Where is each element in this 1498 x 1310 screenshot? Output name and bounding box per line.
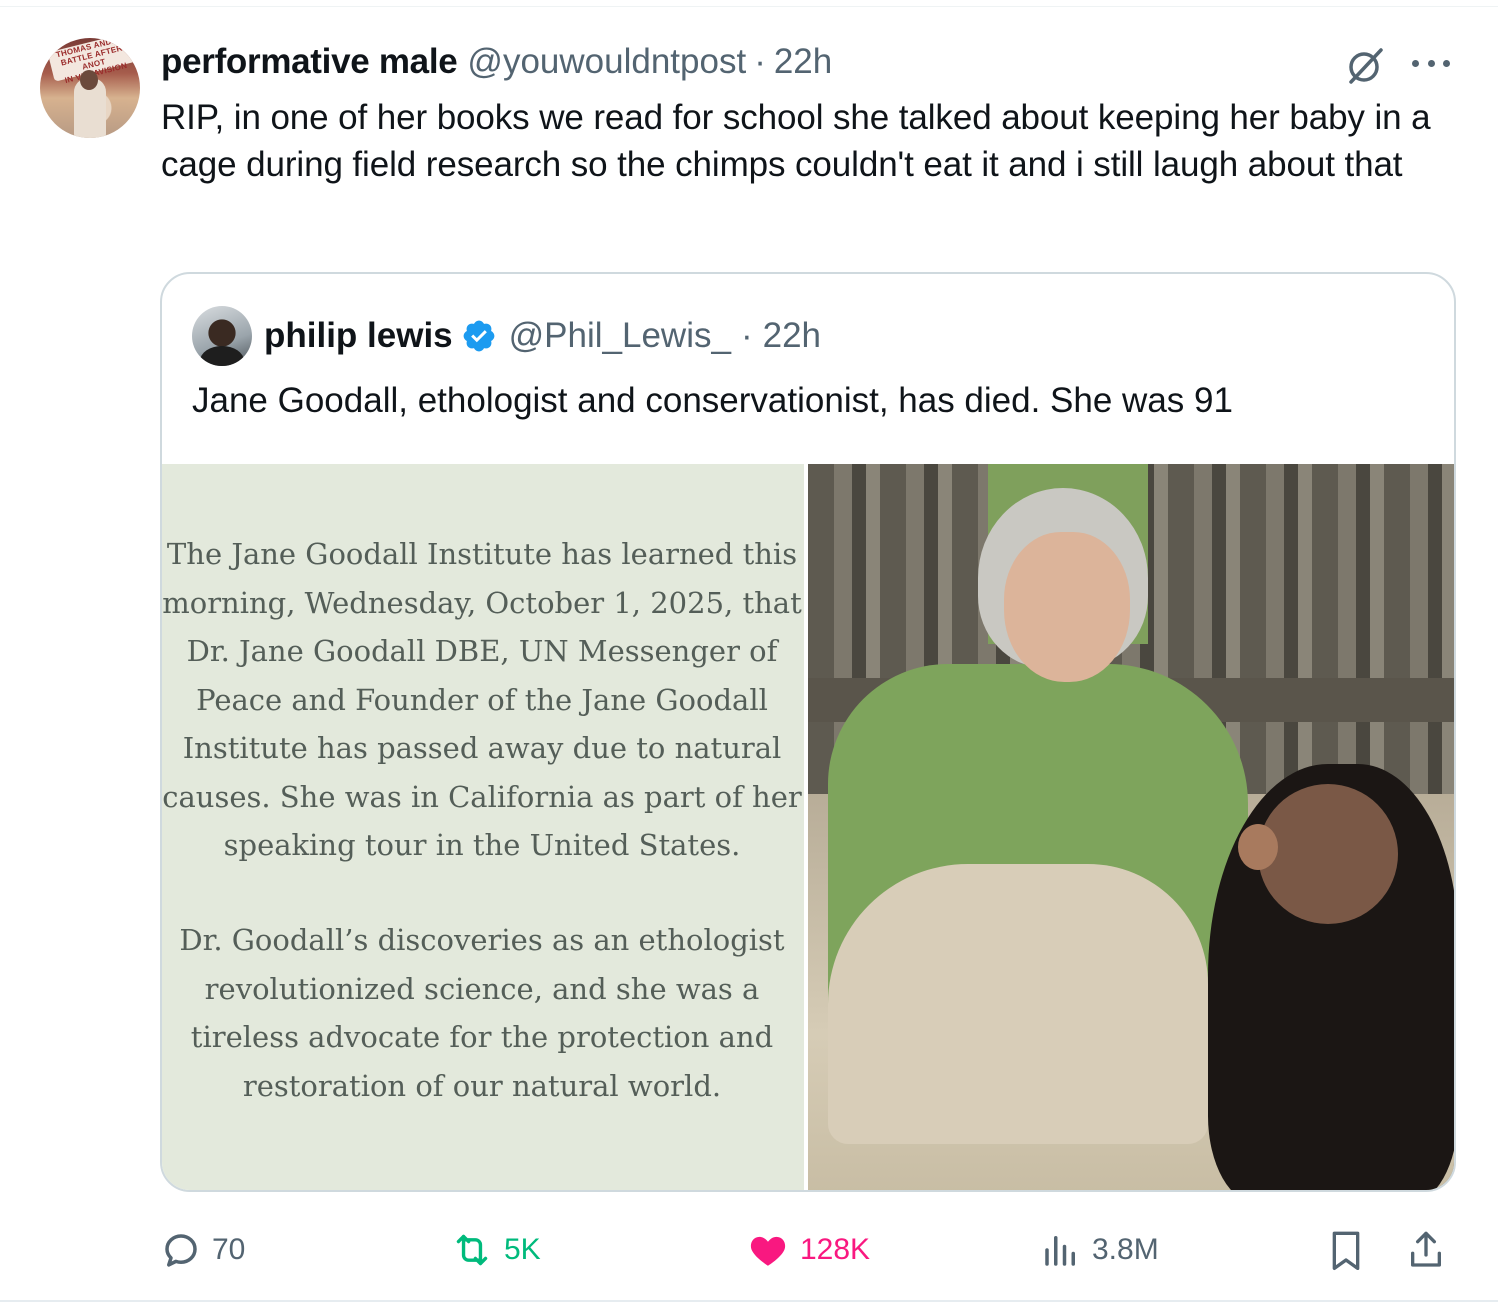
reply-button[interactable]: 70: [160, 1222, 245, 1278]
more-icon[interactable]: [1408, 48, 1454, 78]
heart-icon: [750, 1236, 786, 1266]
views-button[interactable]: 3.8M: [1040, 1222, 1159, 1278]
author-handle[interactable]: @youwouldntpost: [467, 42, 746, 82]
statement-paragraph: The Jane Goodall Institute has learned t…: [162, 537, 802, 862]
institute-statement-image[interactable]: The Jane Goodall Institute has learned t…: [162, 464, 808, 1190]
reply-icon: [165, 1234, 197, 1267]
share-icon: [1411, 1231, 1441, 1267]
retweet-icon: [456, 1234, 488, 1266]
quoted-tweet-media[interactable]: The Jane Goodall Institute has learned t…: [162, 464, 1454, 1190]
quoted-header-separator: ·: [740, 316, 753, 355]
statement-paragraph: Dr. Goodall’s discoveries as an ethologi…: [179, 923, 785, 1103]
share-button[interactable]: [1406, 1222, 1456, 1278]
grok-icon[interactable]: [1343, 44, 1387, 88]
tweet-timestamp[interactable]: 22h: [774, 42, 832, 82]
tweet-action-bar: 70 5K 128K 3.8M: [160, 1222, 1456, 1278]
tweet-header: performative male @youwouldntpost · 22h: [161, 40, 832, 84]
top-divider: [0, 6, 1498, 7]
author-avatar[interactable]: THOMAS ANDER BATTLE AFTER ANOT IN VISTAV…: [40, 38, 140, 138]
quoted-tweet-text: Jane Goodall, ethologist and conservatio…: [192, 381, 1233, 420]
bottom-divider: [0, 1300, 1498, 1302]
avatar-shoulders: [200, 346, 244, 366]
quoted-author-handle[interactable]: @Phil_Lewis_: [509, 316, 731, 356]
quoted-author-avatar[interactable]: [192, 306, 252, 366]
avatar-head: [80, 70, 98, 90]
quoted-tweet-card[interactable]: philip lewis @Phil_Lewis_ · 22h Jane Goo…: [160, 272, 1456, 1192]
photo-face: [1004, 532, 1130, 682]
like-count: 128K: [800, 1233, 871, 1266]
repost-button[interactable]: 5K: [450, 1222, 541, 1278]
quoted-tweet-header: philip lewis @Phil_Lewis_ · 22h: [264, 312, 821, 360]
repost-count: 5K: [504, 1233, 541, 1266]
bookmark-button[interactable]: [1326, 1222, 1376, 1278]
views-count: 3.8M: [1092, 1233, 1159, 1266]
views-icon: [1045, 1236, 1075, 1266]
reply-count: 70: [212, 1233, 246, 1266]
tweet-text: RIP, in one of her books we read for sch…: [161, 98, 1431, 184]
bookmark-icon: [1332, 1231, 1360, 1270]
jane-goodall-chimp-photo[interactable]: [808, 464, 1454, 1190]
like-button[interactable]: 128K: [746, 1222, 870, 1278]
photo-pants: [828, 864, 1208, 1144]
photo-chimp-ear: [1238, 824, 1278, 870]
photo-chimp-face: [1258, 784, 1398, 924]
quoted-tweet-timestamp[interactable]: 22h: [763, 316, 821, 356]
author-display-name[interactable]: performative male: [161, 42, 458, 82]
header-separator: ·: [754, 42, 766, 81]
verified-icon: [463, 320, 495, 352]
quoted-author-display-name[interactable]: philip lewis: [264, 316, 453, 356]
